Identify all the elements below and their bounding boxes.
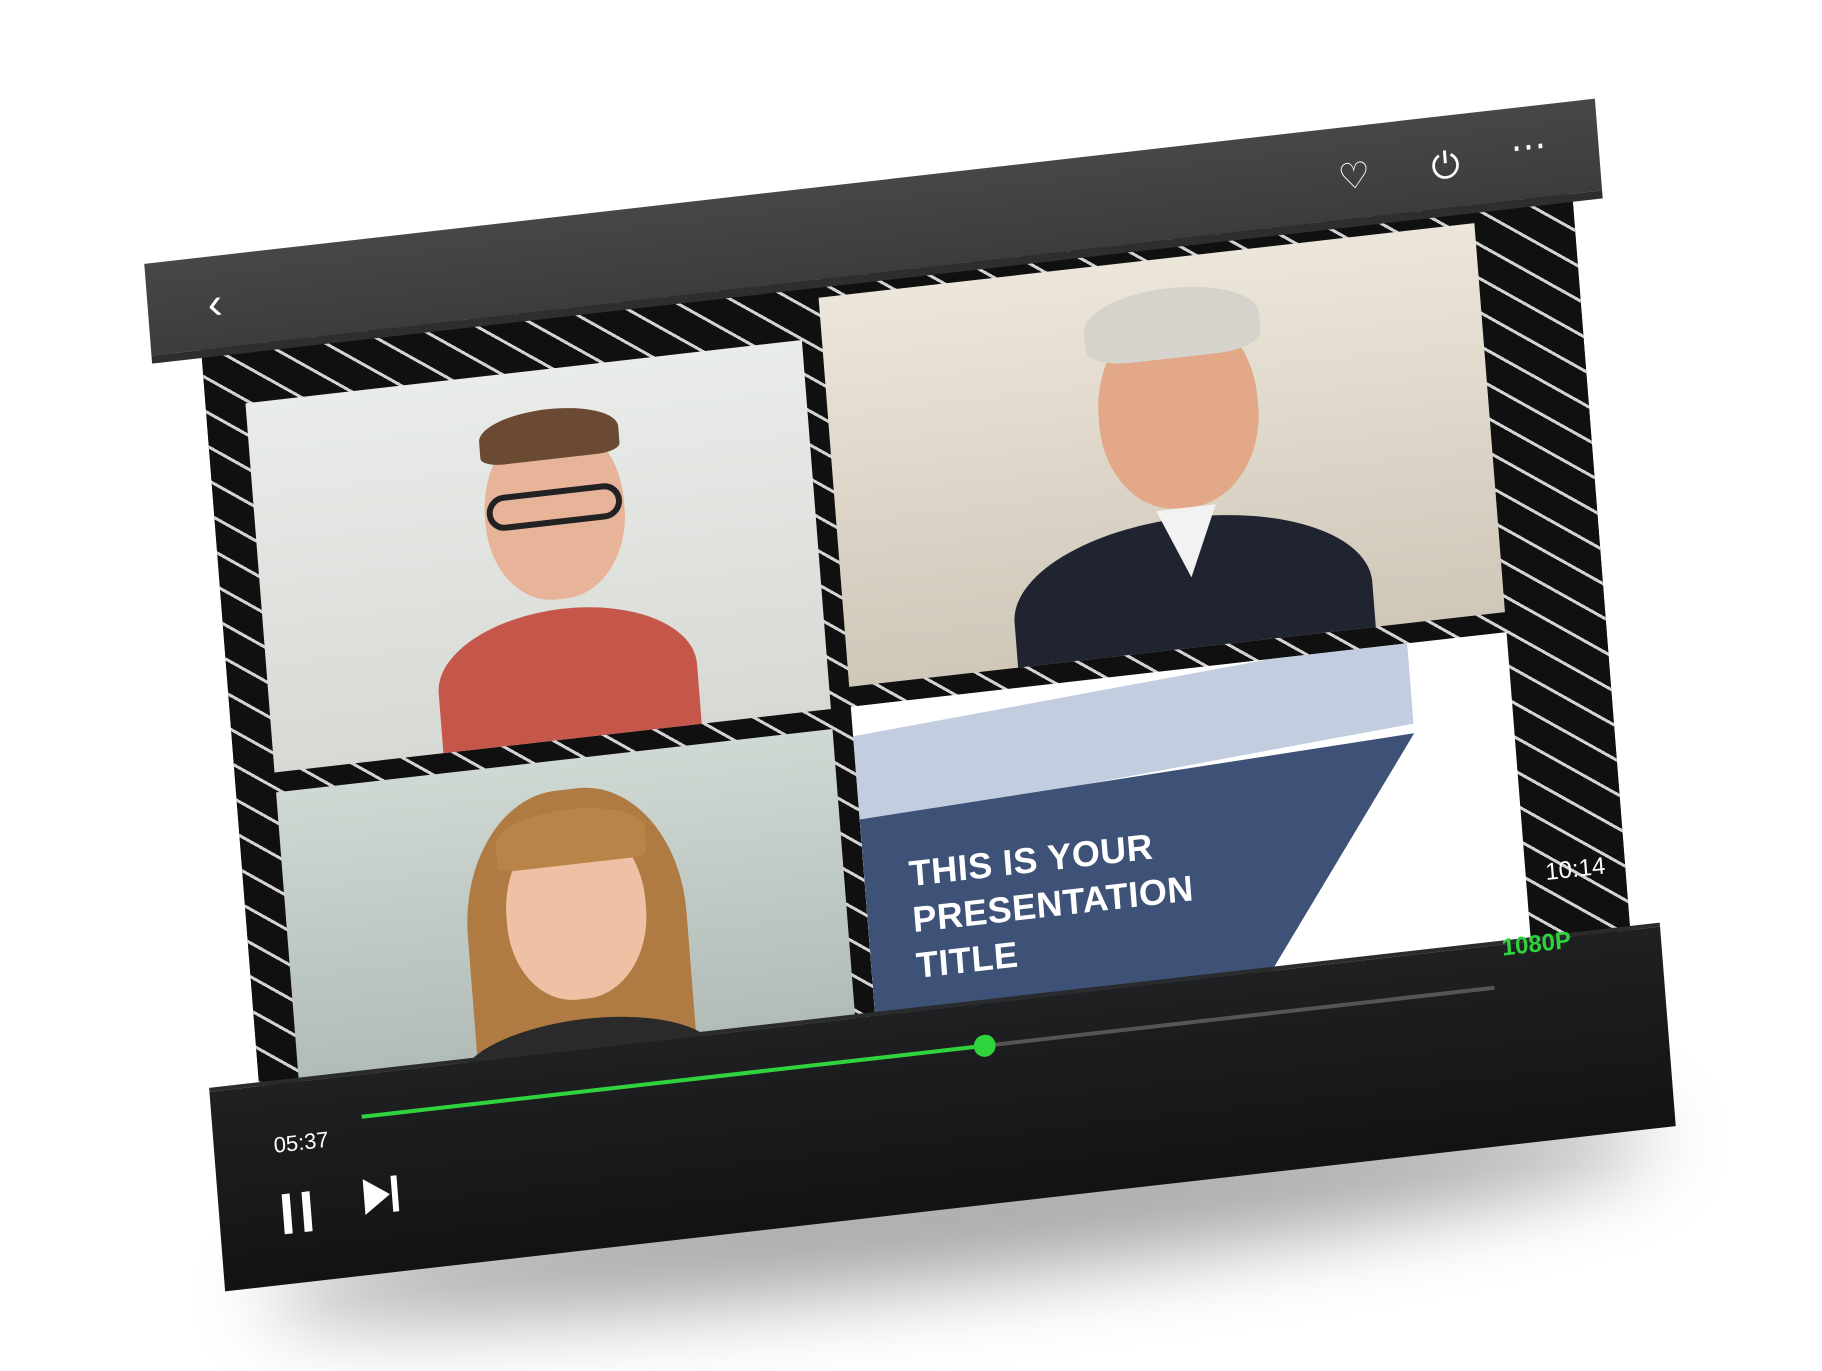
participant-tile-1[interactable]	[245, 339, 831, 773]
power-icon[interactable]: ⏻	[1430, 143, 1462, 187]
participant-tile-2[interactable]	[818, 223, 1505, 687]
progress-handle[interactable]	[972, 1033, 997, 1059]
more-horizontal-icon[interactable]: ⋯	[1509, 123, 1550, 168]
video-player: THIS IS YOUR PRESENTATION TITLE ‹ ♡ ⏻ ⋯ …	[144, 98, 1676, 1357]
current-time: 05:37	[272, 1126, 330, 1158]
participant-2-image	[990, 268, 1379, 687]
heart-icon[interactable]: ♡	[1337, 154, 1372, 199]
chevron-left-icon[interactable]: ‹	[206, 278, 224, 329]
skip-next-icon[interactable]	[356, 1171, 403, 1220]
stage: THIS IS YOUR PRESENTATION TITLE ‹ ♡ ⏻ ⋯ …	[0, 0, 1822, 1371]
participant-1-image	[418, 395, 703, 764]
pause-icon[interactable]	[278, 1191, 317, 1235]
